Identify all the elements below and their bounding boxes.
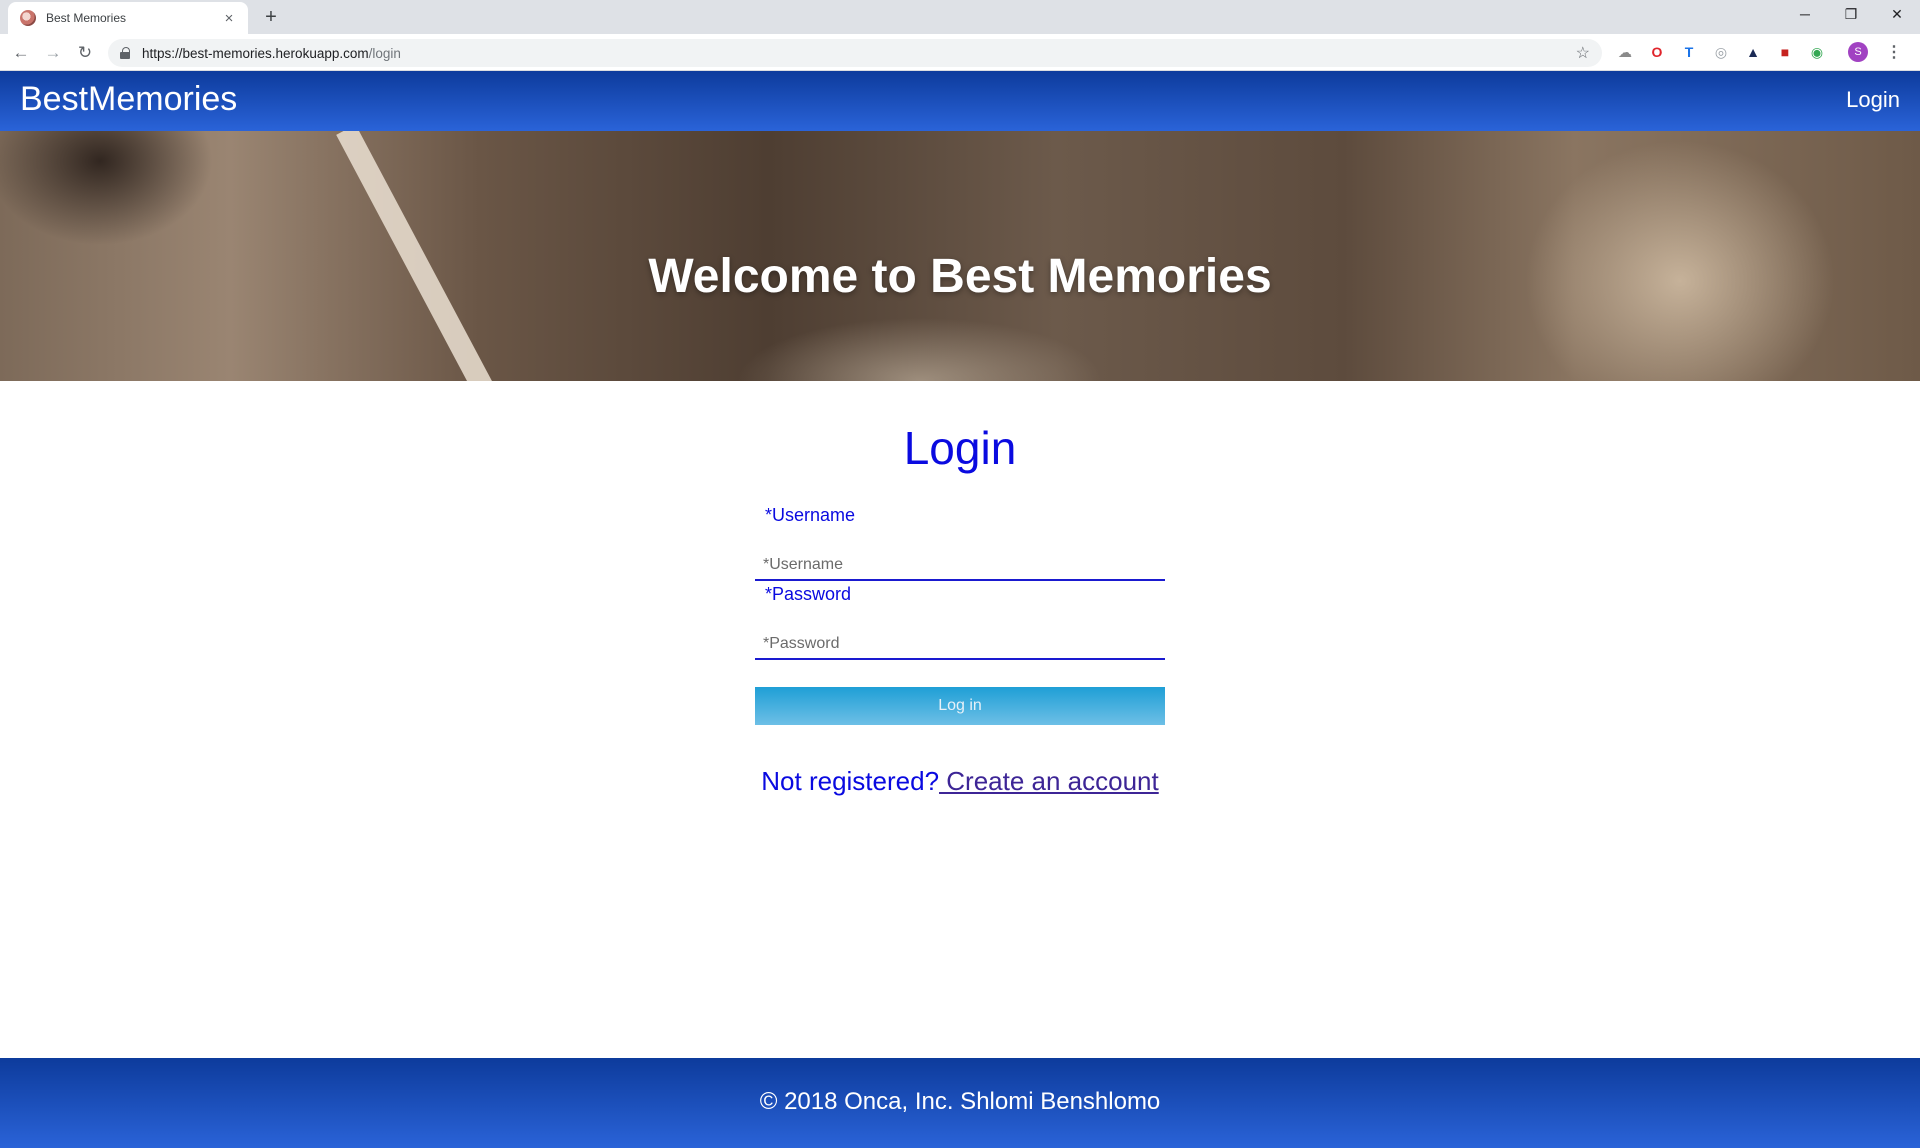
- extensions-bar: ☁ O T ◎ ▲ ■ ◉ S ⋮: [1614, 42, 1902, 62]
- extension-circle-icon[interactable]: ◎: [1710, 42, 1732, 62]
- browser-menu-icon[interactable]: ⋮: [1886, 42, 1902, 62]
- extension-translate-icon[interactable]: T: [1678, 42, 1700, 62]
- browser-tabstrip: Best Memories × + ─ ❐ ✕: [0, 0, 1920, 34]
- password-label: *Password: [765, 584, 852, 604]
- minimize-icon[interactable]: ─: [1782, 0, 1828, 30]
- reload-icon[interactable]: ↻: [72, 40, 98, 66]
- register-prompt-text: Not registered?: [761, 766, 940, 796]
- url-path: /login: [368, 45, 401, 61]
- footer-copyright: © 2018 Onca, Inc. Shlomi Benshlomo: [759, 1088, 1161, 1115]
- extension-opera-icon[interactable]: O: [1646, 42, 1668, 62]
- extension-triangle-icon[interactable]: ▲: [1742, 42, 1764, 62]
- username-label: *Username: [765, 505, 856, 525]
- tab-close-icon[interactable]: ×: [220, 10, 238, 27]
- site-favicon-icon: [20, 10, 36, 26]
- window-controls: ─ ❐ ✕: [1782, 0, 1920, 30]
- username-input[interactable]: [755, 551, 1165, 581]
- profile-avatar[interactable]: S: [1848, 42, 1868, 62]
- site-navbar: BestMemories Login: [0, 71, 1920, 131]
- web-page: BestMemories Login Welcome to Best Memor…: [0, 71, 1920, 1148]
- tab-title: Best Memories: [46, 11, 127, 25]
- login-heading: Login: [903, 422, 1017, 474]
- bookmark-star-icon[interactable]: ☆: [1576, 43, 1590, 63]
- extension-box-icon[interactable]: ■: [1774, 42, 1796, 62]
- forward-arrow-icon[interactable]: →: [40, 40, 66, 66]
- browser-toolbar: ← → ↻ https://best-memories.herokuapp.co…: [0, 34, 1920, 71]
- extension-sync-icon[interactable]: ◉: [1806, 42, 1828, 62]
- login-button[interactable]: Log in: [755, 687, 1165, 725]
- new-tab-button[interactable]: +: [258, 4, 284, 30]
- hero-title: Welcome to Best Memories: [648, 250, 1272, 303]
- register-prompt: Not registered? Create an account: [0, 766, 1920, 797]
- address-bar[interactable]: https://best-memories.herokuapp.com/logi…: [108, 39, 1602, 67]
- lock-icon: [120, 47, 130, 59]
- back-arrow-icon[interactable]: ←: [8, 40, 34, 66]
- restore-icon[interactable]: ❐: [1828, 0, 1874, 30]
- site-footer: © 2018 Onca, Inc. Shlomi Benshlomo: [0, 1058, 1920, 1148]
- url-host: https://best-memories.herokuapp.com: [142, 45, 369, 61]
- password-input[interactable]: [755, 630, 1165, 660]
- hero-banner: Welcome to Best Memories: [0, 131, 1920, 381]
- browser-tab[interactable]: Best Memories ×: [8, 2, 248, 34]
- close-window-icon[interactable]: ✕: [1874, 0, 1920, 30]
- extension-cloud-icon[interactable]: ☁: [1614, 42, 1636, 62]
- nav-login-link[interactable]: Login: [1846, 87, 1900, 113]
- site-brand-link[interactable]: BestMemories: [20, 80, 237, 119]
- create-account-link[interactable]: Create an account: [939, 766, 1158, 796]
